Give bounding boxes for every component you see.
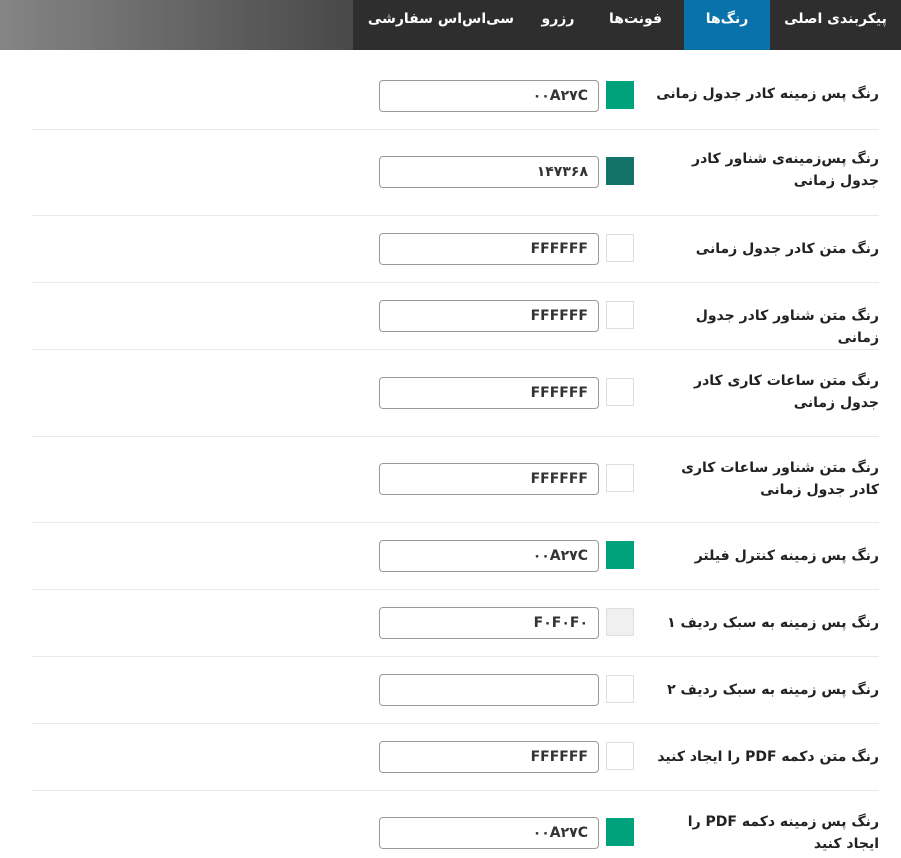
tab-colors[interactable]: رنگ‌ها [684, 0, 770, 50]
setting-label: رنگ متن شناور ساعات کاری کادر جدول زمانی [681, 460, 879, 498]
setting-label: رنگ متن کادر جدول زمانی [695, 241, 879, 257]
settings-tabs: پیکربندی اصلی رنگ‌ها فونت‌ها رزرو سی‌اس‌… [353, 0, 901, 50]
color-swatch[interactable] [606, 541, 634, 569]
color-swatch[interactable] [606, 818, 634, 846]
color-swatch[interactable] [606, 378, 634, 406]
setting-row: رنگ متن ساعات کاری کادر جدول زمانی [32, 350, 879, 437]
color-hex-input[interactable] [379, 156, 599, 188]
color-swatch[interactable] [606, 301, 634, 329]
color-swatch[interactable] [606, 234, 634, 262]
color-hex-input[interactable] [379, 540, 599, 572]
tab-main-config[interactable]: پیکربندی اصلی [770, 0, 901, 50]
setting-label: رنگ پس زمینه دکمه PDF را ایجاد کنید [687, 814, 879, 852]
setting-label: رنگ پس زمینه کادر جدول زمانی [656, 86, 879, 102]
top-tab-bar: پیکربندی اصلی رنگ‌ها فونت‌ها رزرو سی‌اس‌… [0, 0, 901, 50]
color-hex-input[interactable] [379, 80, 599, 112]
color-hex-input[interactable] [379, 674, 599, 706]
color-hex-input[interactable] [379, 607, 599, 639]
color-hex-input[interactable] [379, 377, 599, 409]
setting-row: رنگ متن دکمه PDF را ایجاد کنید [32, 724, 879, 791]
color-swatch[interactable] [606, 608, 634, 636]
setting-row: رنگ پس‌زمینه‌ی شناور کادر جدول زمانی [32, 130, 879, 216]
setting-label: رنگ پس زمینه کنترل فیلتر [694, 548, 879, 564]
tab-booking[interactable]: رزرو [529, 0, 587, 50]
setting-label: رنگ پس‌زمینه‌ی شناور کادر جدول زمانی [692, 151, 879, 189]
setting-row: رنگ متن شناور کادر جدول زمانی [32, 283, 879, 350]
color-swatch[interactable] [606, 675, 634, 703]
color-hex-input[interactable] [379, 300, 599, 332]
color-swatch[interactable] [606, 157, 634, 185]
setting-label: رنگ پس زمینه به سبک ردیف ۲ [667, 682, 879, 698]
color-hex-input[interactable] [379, 233, 599, 265]
setting-row: رنگ متن شناور ساعات کاری کادر جدول زمانی [32, 437, 879, 523]
color-hex-input[interactable] [379, 817, 599, 849]
setting-row: رنگ پس زمینه به سبک ردیف ۱ [32, 590, 879, 657]
tab-fonts[interactable]: فونت‌ها [587, 0, 684, 50]
setting-row: رنگ پس زمینه به سبک ردیف ۲ [32, 657, 879, 724]
setting-row: رنگ متن کادر جدول زمانی [32, 216, 879, 283]
setting-label: رنگ پس زمینه به سبک ردیف ۱ [667, 615, 879, 631]
tab-custom-css[interactable]: سی‌اس‌اس سفارشی [353, 0, 529, 50]
color-hex-input[interactable] [379, 463, 599, 495]
color-swatch[interactable] [606, 81, 634, 109]
setting-label: رنگ متن شناور کادر جدول زمانی [695, 308, 879, 346]
setting-label: رنگ متن ساعات کاری کادر جدول زمانی [694, 373, 879, 411]
color-swatch[interactable] [606, 742, 634, 770]
setting-row: رنگ پس زمینه دکمه PDF را ایجاد کنید [32, 791, 879, 858]
color-hex-input[interactable] [379, 741, 599, 773]
color-settings-list: رنگ پس زمینه کادر جدول زمانی رنگ پس‌زمین… [32, 50, 879, 858]
setting-label: رنگ متن دکمه PDF را ایجاد کنید [657, 749, 879, 765]
setting-row: رنگ پس زمینه کادر جدول زمانی [32, 50, 879, 130]
setting-row: رنگ پس زمینه کنترل فیلتر [32, 523, 879, 590]
color-swatch[interactable] [606, 464, 634, 492]
